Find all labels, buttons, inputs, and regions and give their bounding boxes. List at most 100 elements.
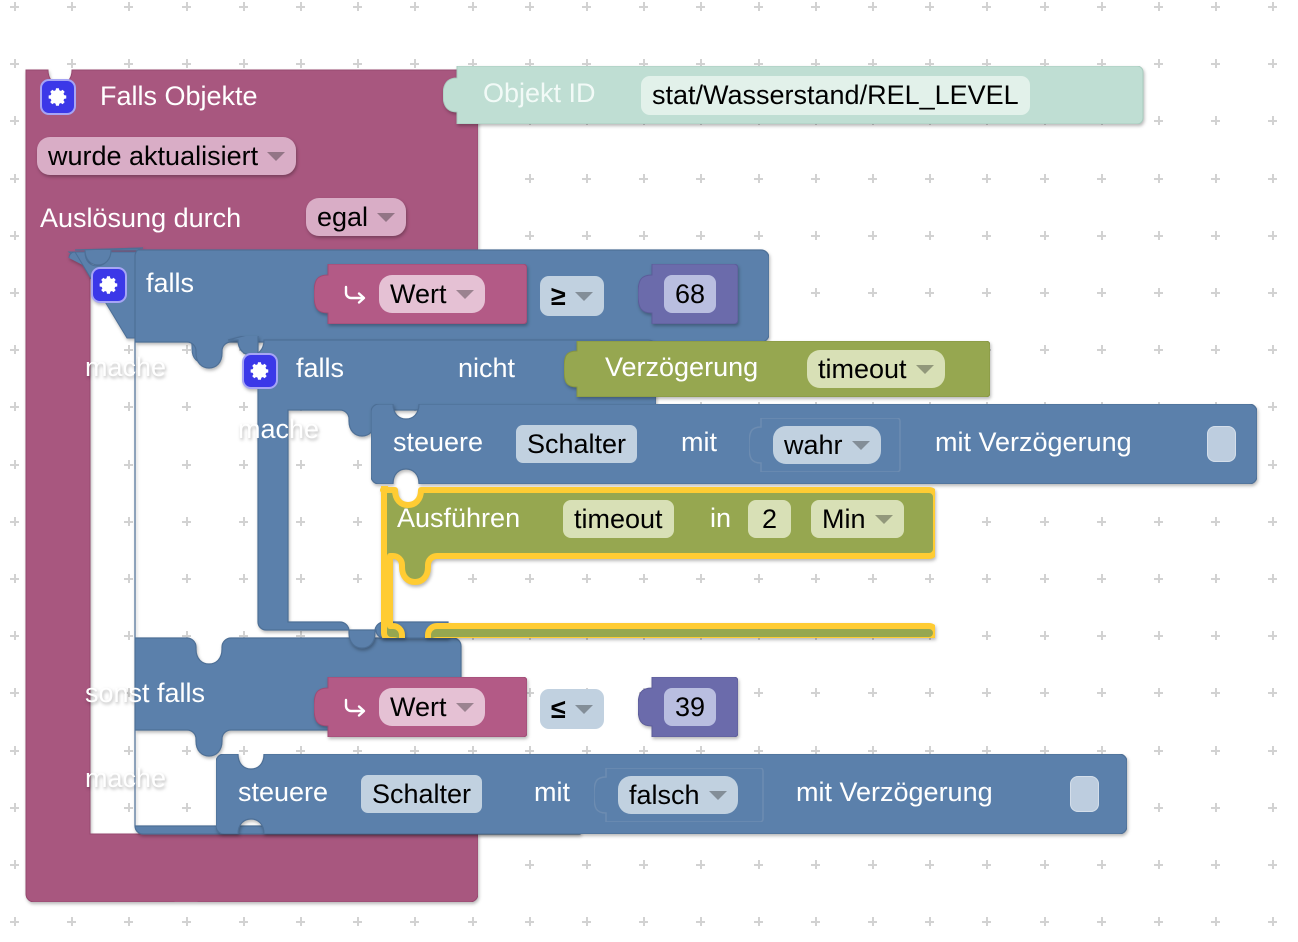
schedule-timeout-name-value: timeout [574,503,663,534]
grid-cross [1268,631,1277,640]
grid-cross [1211,803,1220,812]
grid-cross [182,2,191,11]
grid-cross [1268,803,1277,812]
grid-cross [1268,345,1277,354]
chevron-down-icon [851,440,870,450]
grid-cross [868,917,877,926]
timeout-running-block[interactable]: Verzögerung timeout [564,341,990,397]
grid-cross [1040,574,1049,583]
boolean-false-dropdown[interactable]: falsch [618,776,738,814]
object-id-value-field[interactable]: stat/Wasserstand/REL_LEVEL [641,76,1030,115]
operator-dropdown-2[interactable]: ≤ [540,689,604,729]
gear-icon[interactable] [40,79,76,115]
grid-cross [1154,2,1163,11]
trigger-event-dropdown[interactable]: wurde aktualisiert [37,137,297,175]
grid-cross [1211,288,1220,297]
grid-cross [1040,174,1049,183]
grid-cross [410,917,419,926]
gear-icon[interactable] [242,353,278,389]
schedule-timeout-name-field[interactable]: timeout [563,500,674,538]
grid-cross [754,174,763,183]
chevron-down-icon [455,702,474,712]
number-field-1[interactable]: 68 [664,275,717,313]
chevron-down-icon [377,212,396,222]
schedule-timeout-block[interactable]: Ausführen timeout in 2 Min [373,486,935,638]
schedule-unit-value: Min [822,503,866,534]
blockly-workspace[interactable]: Falls Objekte wurde aktualisiert Auslösu… [0,0,1298,942]
grid-cross [1040,231,1049,240]
chevron-down-icon [708,790,727,800]
grid-cross [1268,460,1277,469]
grid-cross [1154,574,1163,583]
inner-not-label: nicht [458,353,516,383]
grid-cross [1154,746,1163,755]
grid-cross [10,917,19,926]
grid-cross [1268,402,1277,411]
grid-cross [868,288,877,297]
control-state-block-true[interactable]: steuere Schalter mit wahr mit Verzögerun… [371,404,1257,484]
grid-cross [1154,288,1163,297]
grid-cross [925,917,934,926]
empty-value-socket[interactable] [1207,426,1236,462]
control-false-target[interactable]: Schalter [361,775,483,813]
grid-cross [982,517,991,526]
grid-cross [582,917,591,926]
trigger-source-value: egal [317,201,369,232]
grid-cross [1097,917,1106,926]
grid-cross [925,860,934,869]
object-id-block[interactable]: Objekt ID stat/Wasserstand/REL_LEVEL [443,66,1145,124]
chevron-down-icon [874,514,893,524]
control-true-delay-label: mit Verzögerung [935,427,1132,457]
empty-value-socket[interactable] [1070,776,1099,812]
grid-cross [525,917,534,926]
grid-cross [1211,517,1220,526]
value-type-dropdown-1[interactable]: Wert [379,275,485,313]
grid-cross [811,288,820,297]
inner-if-label: falls [296,353,345,383]
schedule-amount-field[interactable]: 2 [748,500,792,538]
grid-cross [1097,631,1106,640]
operator-dropdown-1[interactable]: ≥ [540,276,604,316]
control-true-prefix: steuere [393,427,484,457]
grid-cross [1097,688,1106,697]
trigger-source-label: Auslösung durch [40,203,242,233]
value-type-dropdown-2[interactable]: Wert [379,688,485,726]
grid-cross [1211,2,1220,11]
chevron-down-icon [574,704,593,714]
grid-cross [868,2,877,11]
grid-cross [925,2,934,11]
grid-cross [982,288,991,297]
grid-cross [1211,574,1220,583]
grid-cross [124,917,133,926]
control-true-target[interactable]: Schalter [516,425,638,463]
trigger-source-dropdown[interactable]: egal [306,198,407,236]
grid-cross [868,860,877,869]
grid-cross [1211,746,1220,755]
grid-cross [1268,116,1277,125]
grid-cross [1268,174,1277,183]
control-false-with-label: mit [534,777,570,807]
trigger-title: Falls Objekte [100,81,258,111]
grid-cross [1268,917,1277,926]
boolean-false-value: falsch [629,779,700,810]
schedule-in-label: in [710,503,732,533]
grid-cross [1154,917,1163,926]
number-field-2[interactable]: 39 [664,688,717,726]
gear-icon[interactable] [91,267,127,303]
number-value-2: 39 [675,691,706,722]
grid-cross [1097,2,1106,11]
grid-cross [1268,860,1277,869]
object-id-label: Objekt ID [483,78,596,108]
boolean-true-dropdown[interactable]: wahr [773,426,881,464]
grid-cross [1097,231,1106,240]
inner-do-label: mache [238,414,320,444]
grid-cross [1268,59,1277,68]
boolean-true-value: wahr [784,429,843,460]
timeout-name-dropdown[interactable]: timeout [807,350,945,388]
grid-cross [525,231,534,240]
grid-cross [67,917,76,926]
schedule-unit-dropdown[interactable]: Min [811,500,904,538]
grid-cross [1040,517,1049,526]
timeout-name-value: timeout [818,353,907,384]
control-state-block-false[interactable]: steuere Schalter mit falsch mit Verzöger… [216,754,1127,834]
